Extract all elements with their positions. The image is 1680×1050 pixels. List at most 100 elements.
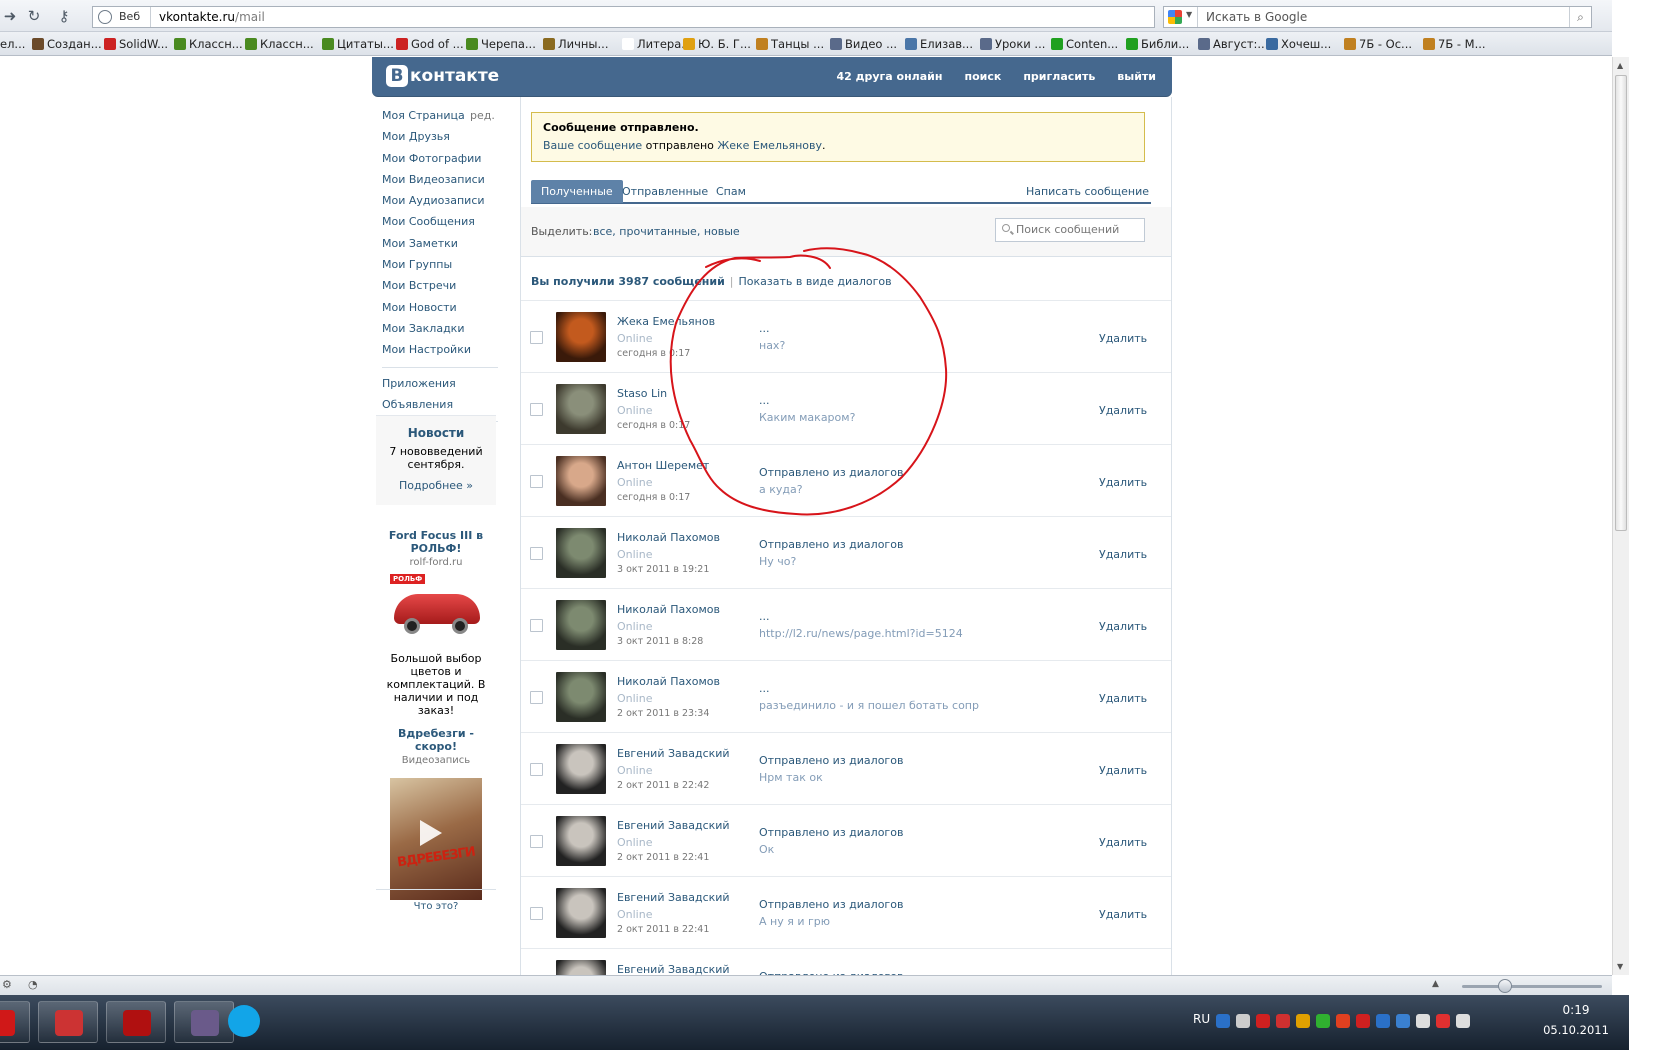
ad-title[interactable]: Вдребезги - скоро! <box>376 727 496 753</box>
message-row[interactable]: Николай Пахомов Online 2 окт 2011 в 23:34.… <box>521 660 1171 732</box>
clock-time[interactable]: 0:19 <box>1546 1003 1606 1017</box>
delete-link[interactable]: Удалить <box>1099 548 1147 561</box>
tray-icon[interactable] <box>1296 1014 1310 1028</box>
message-checkbox[interactable] <box>530 907 543 920</box>
message-preview[interactable]: разъединило - и я пошел ботать сопр <box>759 699 979 712</box>
delete-link[interactable]: Удалить <box>1099 692 1147 705</box>
scroll-thumb[interactable] <box>1615 75 1627 531</box>
message-preview[interactable]: А ну я и грю <box>759 915 830 928</box>
bookmark-item[interactable]: Уроки ... <box>980 36 1045 52</box>
delete-link[interactable]: Удалить <box>1099 908 1147 921</box>
message-row[interactable]: Евгений ЗавадскийOnlineОтправлено из диа… <box>521 948 1171 975</box>
avatar[interactable] <box>556 456 606 506</box>
search-icon[interactable]: ⌕ <box>1569 7 1591 27</box>
sidebar-item[interactable]: Мои Группы <box>382 254 500 275</box>
select-options[interactable]: все, прочитанные, новые <box>593 225 740 238</box>
sender-name[interactable]: Жека Емельянов <box>617 315 715 328</box>
ad-movie[interactable]: Вдребезги - скоро! Видеозапись ВДРЕБЕЗГИ <box>376 727 496 900</box>
scroll-down-icon[interactable]: ▼ <box>1617 962 1625 971</box>
avatar[interactable] <box>556 672 606 722</box>
sidebar-item[interactable]: Мои Сообщения <box>382 211 500 232</box>
message-row[interactable]: Евгений Завадский Online 2 окт 2011 в 22:4… <box>521 804 1171 876</box>
message-checkbox[interactable] <box>530 331 543 344</box>
tray-icon[interactable] <box>1216 1014 1230 1028</box>
delete-link[interactable]: Удалить <box>1099 476 1147 489</box>
scroll-up-icon[interactable]: ▲ <box>1617 61 1625 70</box>
message-row[interactable]: Жека Емельянов Online сегодня в 0:17... нах… <box>521 300 1171 372</box>
bookmark-item[interactable]: Видео ... <box>830 36 897 52</box>
sidebar-item[interactable]: Мои Фотографии <box>382 148 500 169</box>
invite-link[interactable]: пригласить <box>1023 70 1095 83</box>
message-subject[interactable]: ... <box>759 610 770 623</box>
message-subject[interactable]: Отправлено из диалогов <box>759 826 903 839</box>
sidebar-item[interactable]: Объявления <box>382 394 500 415</box>
avatar[interactable] <box>556 888 606 938</box>
message-checkbox[interactable] <box>530 403 543 416</box>
tab-spam[interactable]: Спам <box>706 180 756 203</box>
message-preview[interactable]: а куда? <box>759 483 803 496</box>
message-preview[interactable]: Ну чо? <box>759 555 796 568</box>
message-row[interactable]: Антон Шеремет Online сегодня в 0:17 Отправл… <box>521 444 1171 516</box>
sidebar-item[interactable]: Мои Новости <box>382 297 500 318</box>
friends-online-link[interactable]: 42 друга онлайн <box>836 70 942 83</box>
message-subject[interactable]: Отправлено из диалогов <box>759 754 903 767</box>
sender-name[interactable]: Staso Lin <box>617 387 667 400</box>
clock-date[interactable]: 05.10.2011 <box>1540 1023 1612 1037</box>
bookmark-item[interactable]: Август:... <box>1198 36 1268 52</box>
message-subject[interactable]: ... <box>759 322 770 335</box>
sender-name[interactable]: Николай Пахомов <box>617 531 720 544</box>
url-text[interactable]: vkontakte.ru/mail <box>159 7 265 27</box>
sidebar-item[interactable]: Мои Видеозаписи <box>382 169 500 190</box>
game-app[interactable] <box>38 1001 98 1043</box>
bookmark-item[interactable]: God of ... <box>396 36 464 52</box>
bookmark-item[interactable]: ел... <box>0 36 25 52</box>
news-title[interactable]: Новости <box>376 426 496 440</box>
message-checkbox[interactable] <box>530 475 543 488</box>
zoom-slider[interactable] <box>1462 985 1602 988</box>
whatisit-link[interactable]: Что это? <box>376 901 496 912</box>
message-checkbox[interactable] <box>530 691 543 704</box>
sender-name[interactable]: Евгений Завадский <box>617 963 730 975</box>
avatar[interactable] <box>556 384 606 434</box>
tray-icon[interactable] <box>1396 1014 1410 1028</box>
opera-app[interactable] <box>0 1001 30 1043</box>
sidebar-item[interactable]: Мои Встречи <box>382 275 500 296</box>
delete-link[interactable]: Удалить <box>1099 332 1147 345</box>
bookmark-item[interactable]: Классн... <box>245 36 314 52</box>
message-row[interactable]: Евгений Завадский Online 2 окт 2011 в 22:4… <box>521 732 1171 804</box>
search-link[interactable]: поиск <box>964 70 1001 83</box>
message-preview[interactable]: Каким макаром? <box>759 411 855 424</box>
message-subject[interactable]: Отправлено из диалогов <box>759 466 903 479</box>
delete-link[interactable]: Удалить <box>1099 764 1147 777</box>
movie-poster[interactable]: ВДРЕБЕЗГИ <box>390 778 482 900</box>
tray-icon[interactable] <box>1356 1014 1370 1028</box>
reload-icon[interactable]: ↻ <box>24 6 44 26</box>
tab-sent[interactable]: Отправленные <box>612 180 718 203</box>
sidebar-item[interactable]: Мои Настройки <box>382 339 500 360</box>
search-engine-selector[interactable]: ▼ <box>1164 7 1198 27</box>
vk-logo[interactable]: Вконтакте <box>386 65 499 89</box>
edit-link[interactable]: ред. <box>470 105 495 126</box>
avatar[interactable] <box>556 744 606 794</box>
tray-icon[interactable] <box>1316 1014 1330 1028</box>
tray-icon[interactable] <box>1336 1014 1350 1028</box>
message-preview[interactable]: нах? <box>759 339 785 352</box>
message-row[interactable]: Staso Lin Online сегодня в 0:17... Каким ма… <box>521 372 1171 444</box>
skype-app[interactable] <box>224 1001 270 1043</box>
zoom-slider-thumb[interactable] <box>1498 979 1512 993</box>
sidebar-item[interactable]: Мои Друзья <box>382 126 500 147</box>
bookmark-item[interactable]: Ю. Б. Г... <box>683 36 751 52</box>
tray-icon[interactable] <box>1276 1014 1290 1028</box>
message-subject[interactable]: ... <box>759 682 770 695</box>
avatar[interactable] <box>556 312 606 362</box>
panel-toggle-icon[interactable]: ⚙ <box>2 978 12 991</box>
forward-icon[interactable]: ➜ <box>0 6 20 26</box>
sender-name[interactable]: Антон Шеремет <box>617 459 709 472</box>
bookmark-item[interactable]: Классн... <box>174 36 243 52</box>
car-image[interactable]: РОЛЬФ <box>390 574 482 638</box>
delete-link[interactable]: Удалить <box>1099 620 1147 633</box>
dragon-app[interactable] <box>106 1001 166 1043</box>
message-checkbox[interactable] <box>530 763 543 776</box>
tray-icon[interactable] <box>1416 1014 1430 1028</box>
news-more-link[interactable]: Подробнее » <box>376 479 496 492</box>
